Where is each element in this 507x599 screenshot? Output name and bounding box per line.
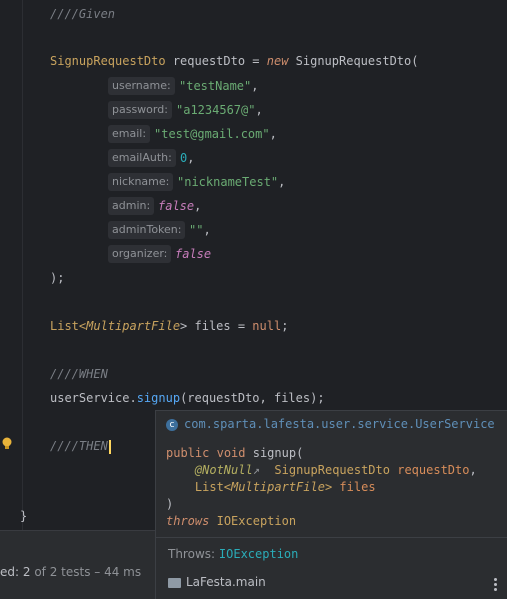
indent-guide: [22, 0, 23, 530]
sig-public: public: [166, 446, 210, 460]
comment-then: ////THEN: [50, 438, 111, 454]
signature-line-5: throws IOException: [166, 513, 296, 530]
throws-row: Throws: IOException: [168, 547, 298, 561]
lightbulb-icon[interactable]: [0, 436, 14, 450]
quick-documentation-popup[interactable]: c com.sparta.lafesta.user.service.UserSer…: [155, 410, 507, 599]
parameter-hint: nickname:: [108, 173, 174, 191]
list-end: ;: [281, 319, 289, 333]
argument-literal: false: [158, 199, 195, 213]
parameter-hint: username:: [108, 77, 175, 95]
sig-name: signup(: [252, 446, 304, 460]
declaration-var: requestDto =: [165, 54, 267, 68]
folder-icon: [168, 577, 181, 588]
more-options-icon[interactable]: [494, 576, 498, 593]
sig-param2-name: files: [339, 480, 376, 494]
argument-literal: "a1234567@": [176, 103, 256, 117]
request-dto-declaration: SignupRequestDto requestDto = new Signup…: [50, 53, 418, 69]
argument-literal: "testName": [179, 79, 252, 93]
popup-header: c com.sparta.lafesta.user.service.UserSer…: [166, 417, 495, 431]
module-row: LaFesta.main: [168, 575, 266, 589]
list-rest: > files =: [180, 319, 253, 333]
throws-link[interactable]: IOException: [219, 547, 298, 561]
argument-value: "a1234567@",: [176, 101, 263, 119]
signup-call: userService.signup(requestDto, files);: [50, 390, 325, 406]
constructor-call: SignupRequestDto(: [288, 54, 419, 68]
signature-line-1: public void signup(: [166, 445, 303, 462]
parameter-hint: email:: [108, 125, 151, 143]
passed-count: 2: [22, 565, 31, 579]
class-path[interactable]: com.sparta.lafesta.user.service.UserServ…: [184, 417, 495, 431]
argument-value: false: [175, 245, 211, 263]
sig-param2-type-b[interactable]: MultipartFile: [231, 480, 325, 494]
comment-given: ////Given: [50, 7, 116, 21]
sig-param2-type-a[interactable]: List<: [195, 480, 231, 494]
argument-value: "testName",: [179, 77, 258, 95]
module-name: LaFesta.main: [186, 575, 266, 589]
status-prefix: ed:: [0, 565, 23, 579]
throws-label: Throws:: [168, 547, 216, 561]
declaration-type: SignupRequestDto: [50, 54, 166, 68]
closing-brace: }: [20, 509, 28, 523]
parameter-hint: organizer:: [108, 245, 172, 263]
test-status-bar: ed: 2 of 2 tests – 44 ms: [0, 530, 155, 599]
sig-param1-name: requestDto: [397, 463, 470, 477]
argument-literal: "": [189, 223, 204, 237]
argument-value: false,: [158, 197, 201, 215]
signature-line-4: ): [166, 497, 174, 511]
external-link-icon: ↗: [252, 463, 260, 477]
call-args: (requestDto, files);: [180, 391, 325, 405]
list-type: List<: [50, 319, 87, 333]
sig-void: void: [216, 446, 246, 460]
argument-separator: ,: [187, 151, 195, 165]
editor-gutter[interactable]: [0, 0, 22, 530]
new-keyword: new: [266, 54, 289, 68]
argument-literal: "test@gmail.com": [154, 127, 270, 141]
parameter-hint: emailAuth:: [108, 149, 176, 167]
argument-separator: ,: [251, 79, 259, 93]
argument-separator: ,: [269, 127, 277, 141]
sig-param1-type[interactable]: SignupRequestDto: [274, 463, 390, 477]
argument-value: "",: [189, 221, 211, 239]
parameter-hint: adminToken:: [108, 221, 186, 239]
argument-separator: ,: [255, 103, 263, 117]
argument-separator: ,: [194, 199, 202, 213]
signature-line-3: List<MultipartFile> files: [166, 479, 376, 496]
sig-exception[interactable]: IOException: [217, 514, 296, 528]
sig-param2-type-c: >: [324, 480, 333, 494]
argument-value: "nicknameTest",: [177, 173, 285, 191]
sig-throws: throws: [166, 514, 210, 528]
close-paren: );: [50, 271, 65, 285]
parameter-hint: admin:: [108, 197, 155, 215]
list-generic: MultipartFile: [86, 319, 181, 333]
sig-annotation[interactable]: @NotNull: [195, 463, 253, 477]
argument-separator: ,: [278, 175, 286, 189]
files-declaration: List<MultipartFile> files = null;: [50, 318, 288, 334]
comment-when: ////WHEN: [50, 367, 108, 381]
class-icon: c: [166, 418, 178, 431]
argument-value: "test@gmail.com",: [154, 125, 277, 143]
argument-literal: false: [175, 247, 212, 261]
signature-line-2: @NotNull↗ SignupRequestDto requestDto,: [194, 463, 477, 477]
call-method[interactable]: signup: [137, 391, 180, 405]
argument-value: 0,: [180, 149, 194, 167]
test-result-text: ed: 2 of 2 tests – 44 ms: [0, 565, 141, 579]
comment-then-text: ////THEN: [50, 439, 108, 453]
parameter-hint: password:: [108, 101, 172, 119]
argument-separator: ,: [203, 223, 211, 237]
call-object: userService.: [50, 391, 137, 405]
null-keyword: null: [252, 319, 282, 333]
argument-literal: "nicknameTest": [177, 175, 279, 189]
status-of-text: of 2 tests – 44 ms: [30, 565, 142, 579]
text-cursor: [108, 439, 111, 454]
